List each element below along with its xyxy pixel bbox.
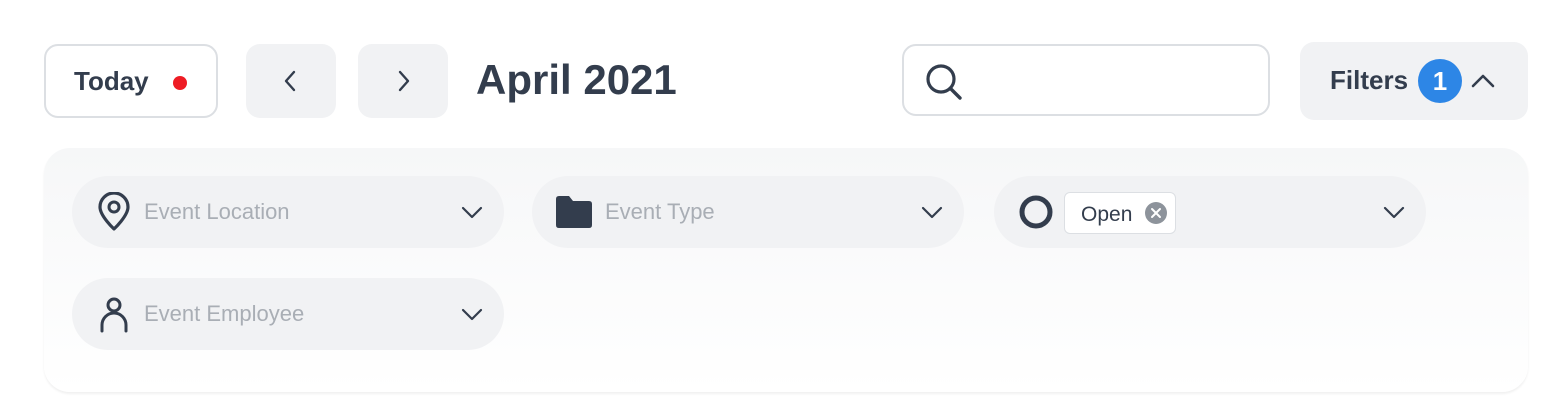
user-icon (100, 297, 128, 333)
filter-panel: Event Location Event Type Open Event Emp… (44, 148, 1528, 392)
event-employee-filter[interactable]: Event Employee (72, 278, 504, 350)
chevron-down-icon (461, 308, 483, 321)
filters-count-badge: 1 (1418, 59, 1462, 103)
map-pin-icon (98, 192, 130, 231)
chevron-left-icon (284, 70, 296, 92)
search-box[interactable] (902, 44, 1270, 116)
search-input[interactable] (976, 58, 1256, 104)
event-status-filter[interactable]: Open (994, 176, 1426, 248)
event-location-filter[interactable]: Event Location (72, 176, 504, 248)
event-employee-placeholder: Event Employee (144, 301, 305, 326)
chevron-down-icon (1383, 206, 1405, 219)
filters-button-label: Filters (1330, 65, 1409, 95)
filters-button[interactable]: Filters 1 (1300, 42, 1528, 120)
status-tag-label: Open (1081, 203, 1133, 226)
today-button-label: Today (74, 65, 149, 96)
event-location-placeholder: Event Location (144, 199, 290, 224)
circle-icon (1019, 195, 1053, 229)
previous-month-button[interactable] (246, 44, 336, 118)
event-type-filter[interactable]: Event Type (532, 176, 964, 248)
status-tag-open: Open (1064, 192, 1176, 234)
chevron-down-icon (461, 206, 483, 219)
next-month-button[interactable] (358, 44, 448, 118)
chevron-right-icon (398, 70, 410, 92)
search-icon (926, 64, 962, 100)
month-title: April 2021 (476, 56, 677, 103)
close-circle-icon[interactable] (1144, 201, 1168, 225)
chevron-down-icon (921, 206, 943, 219)
today-button[interactable]: Today (44, 44, 218, 118)
folder-icon (556, 196, 592, 228)
calendar-toolbar: Today April 2021 Filters 1 (0, 0, 1558, 140)
today-indicator-dot (173, 76, 187, 90)
event-type-placeholder: Event Type (605, 199, 715, 224)
chevron-up-icon (1471, 74, 1495, 88)
